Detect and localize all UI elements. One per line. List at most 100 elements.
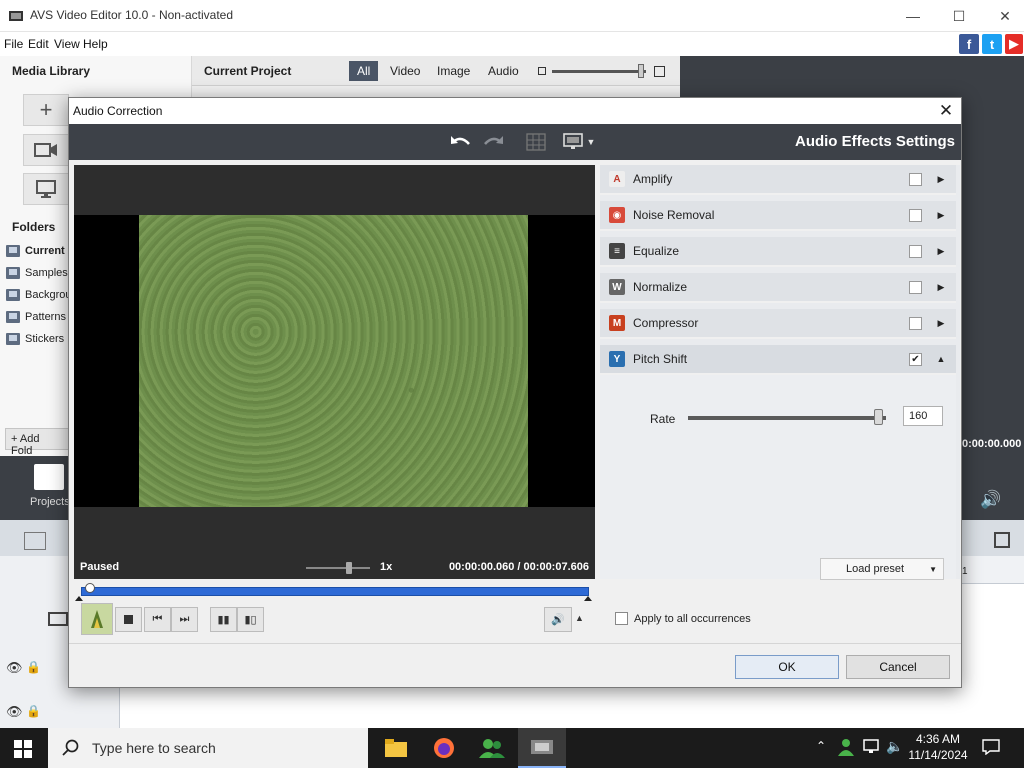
filter-tab-audio[interactable]: Audio [480, 61, 527, 81]
folder-item-current[interactable]: Current [6, 245, 65, 257]
lock-icon[interactable]: 🔒 [26, 660, 41, 674]
playback-speed-slider[interactable] [306, 567, 370, 569]
effect-name: Normalize [633, 280, 688, 294]
thumbnail-size-slider[interactable] [552, 70, 646, 73]
add-media-button[interactable]: + [23, 94, 69, 126]
capture-video-button[interactable] [23, 134, 69, 166]
filter-tab-video[interactable]: Video [382, 61, 428, 81]
windows-start-icon[interactable] [14, 740, 32, 758]
monitor-view-dropdown[interactable]: ▼ [559, 131, 599, 153]
range-end-marker[interactable] [584, 596, 592, 601]
effect-enable-checkbox[interactable]: ✔ [909, 352, 922, 366]
volume-chevron-up-icon[interactable]: ▲ [575, 613, 584, 623]
filter-tab-image[interactable]: Image [429, 61, 478, 81]
facebook-icon[interactable]: f [959, 34, 979, 54]
people-taskbar-icon[interactable] [468, 728, 516, 768]
effect-enable-checkbox[interactable] [909, 244, 922, 258]
menu-file[interactable]: File [4, 37, 23, 51]
clock-date[interactable]: 11/14/2024 [906, 748, 970, 762]
user-tray-icon[interactable] [838, 738, 854, 756]
folder-item-backgrounds[interactable]: Backgrou [6, 289, 71, 301]
volume-icon[interactable]: 🔊 [980, 490, 1001, 510]
small-thumb-icon[interactable] [538, 67, 546, 75]
load-preset-label: Load preset [846, 563, 905, 575]
grid-view-icon[interactable] [524, 131, 548, 153]
rate-label: Rate [650, 412, 676, 426]
apply-to-all-box[interactable] [615, 612, 628, 625]
youtube-icon[interactable]: ▶ [1005, 34, 1023, 54]
load-preset-dropdown[interactable]: Load preset ▼ [820, 558, 944, 580]
menu-help[interactable]: Help [83, 37, 108, 51]
ok-button[interactable]: OK [735, 655, 839, 679]
maximize-button[interactable]: ☐ [936, 0, 982, 32]
rate-value-field[interactable]: 160 [903, 406, 943, 426]
avs-video-editor-taskbar-icon[interactable] [518, 728, 566, 768]
speaker-icon[interactable]: 🔈 [886, 738, 903, 755]
noise-removal-icon: ◉ [609, 207, 625, 223]
folder-item-stickers[interactable]: Stickers [6, 333, 64, 345]
clock-time[interactable]: 4:36 AM [910, 732, 966, 746]
cancel-button[interactable]: Cancel [846, 655, 950, 679]
skip-back-icon: ⏮ [152, 613, 163, 625]
expand-arrow-icon[interactable]: ▶ [934, 318, 948, 329]
effect-enable-checkbox[interactable] [909, 316, 922, 330]
expand-arrow-icon[interactable]: ▶ [934, 174, 948, 185]
stop-button[interactable] [115, 607, 142, 632]
effect-enable-checkbox[interactable] [909, 280, 922, 294]
visibility-eye-icon[interactable]: 👁 [6, 660, 23, 676]
rate-slider[interactable] [688, 416, 886, 420]
mark-out-icon: ▮▯ [244, 614, 257, 626]
next-frame-button[interactable]: ⏭ [171, 607, 198, 632]
rate-slider-knob[interactable] [874, 409, 884, 425]
previous-frame-button[interactable]: ⏮ [144, 607, 171, 632]
add-folder-button[interactable]: + Add Fold [5, 428, 69, 457]
redo-icon[interactable] [481, 131, 505, 153]
expand-arrow-icon[interactable]: ▶ [934, 246, 948, 257]
effect-row-compressor[interactable]: M Compressor ▶ [600, 309, 956, 339]
expand-arrow-icon[interactable]: ▶ [934, 210, 948, 221]
seek-bar[interactable] [81, 587, 589, 596]
filter-tab-all[interactable]: All [349, 61, 379, 81]
network-icon[interactable] [862, 738, 880, 756]
playback-speed-knob[interactable] [346, 562, 352, 574]
lock-icon[interactable]: 🔒 [26, 704, 41, 718]
file-explorer-taskbar-icon[interactable] [372, 728, 420, 768]
apply-to-all-checkbox[interactable]: Apply to all occurrences [615, 612, 751, 625]
menu-view[interactable]: View [54, 37, 80, 51]
capture-screen-button[interactable] [23, 173, 69, 205]
dialog-close-icon[interactable]: ✕ [935, 100, 957, 122]
mark-out-button[interactable]: ▮▯ [237, 607, 264, 632]
mark-in-button[interactable]: ▮▮ [210, 607, 237, 632]
folder-item-patterns[interactable]: Patterns [6, 311, 66, 323]
projects-clapper-icon[interactable] [34, 464, 64, 490]
folder-item-samples[interactable]: Samples [6, 267, 68, 279]
effect-row-equalize[interactable]: ≡ Equalize ▶ [600, 237, 956, 267]
storyboard-icon[interactable] [24, 532, 46, 550]
collapse-arrow-icon[interactable]: ▲ [934, 354, 948, 364]
expand-arrow-icon[interactable]: ▶ [934, 282, 948, 293]
minimize-button[interactable]: — [890, 0, 936, 32]
effect-row-amplify[interactable]: A Amplify ▶ [600, 165, 956, 195]
effect-row-noise-removal[interactable]: ◉ Noise Removal ▶ [600, 201, 956, 231]
thumbnail-slider-knob[interactable] [638, 64, 644, 78]
volume-button[interactable]: 🔊 [544, 607, 572, 632]
menu-edit[interactable]: Edit [28, 37, 49, 51]
taskbar-search-box[interactable]: Type here to search [48, 728, 368, 768]
firefox-taskbar-icon[interactable] [420, 728, 468, 768]
fit-timeline-icon[interactable] [994, 532, 1010, 548]
effect-row-pitch-shift[interactable]: Y Pitch Shift ✔ ▲ [600, 345, 956, 375]
large-thumb-icon[interactable] [654, 66, 665, 77]
range-start-marker[interactable] [75, 596, 83, 601]
close-button[interactable]: ✕ [982, 0, 1024, 32]
seek-knob[interactable] [85, 583, 96, 593]
effect-row-normalize[interactable]: W Normalize ▶ [600, 273, 956, 303]
effect-enable-checkbox[interactable] [909, 172, 922, 186]
effect-enable-checkbox[interactable] [909, 208, 922, 222]
play-button[interactable] [81, 603, 113, 635]
notifications-icon[interactable] [982, 739, 1000, 756]
visibility-eye-icon[interactable]: 👁 [6, 704, 23, 720]
twitter-icon[interactable]: t [982, 34, 1002, 54]
folder-icon [6, 333, 20, 345]
show-hidden-icons-chevron[interactable]: ⌃ [816, 739, 826, 753]
undo-icon[interactable] [449, 131, 473, 153]
